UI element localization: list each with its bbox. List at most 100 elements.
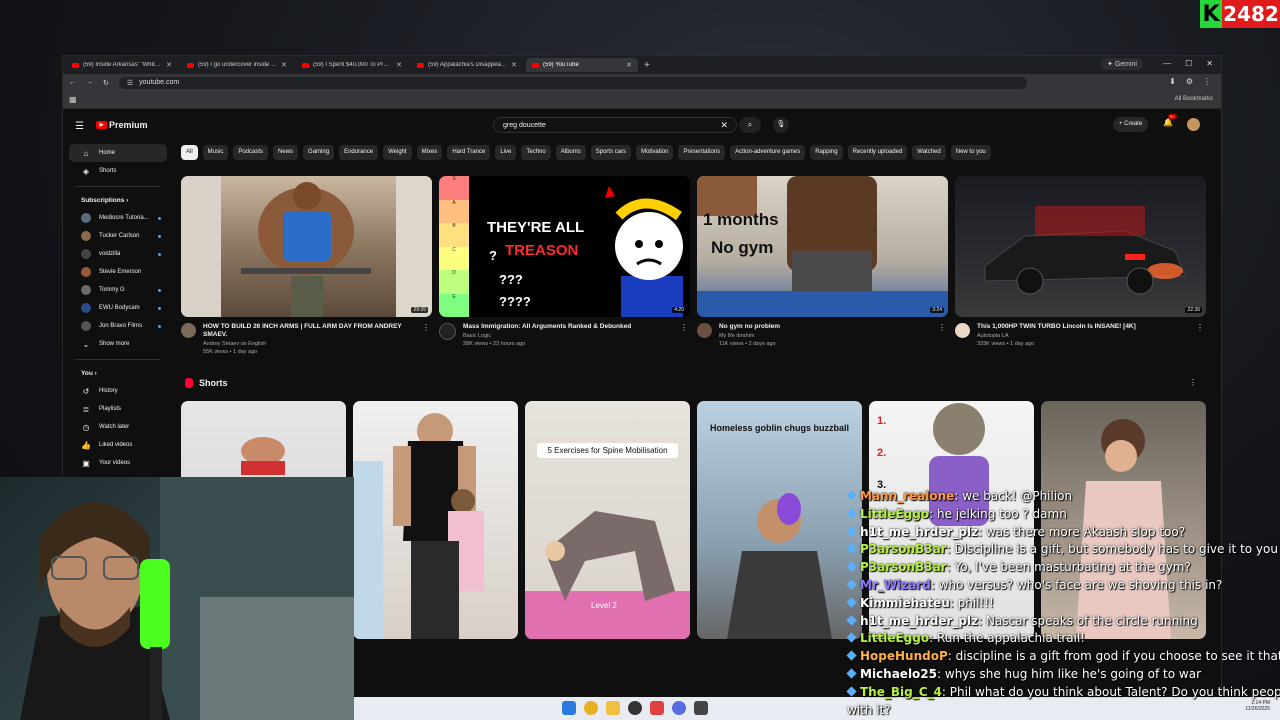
app-icon[interactable] — [650, 701, 664, 715]
subscriptions-heading[interactable]: Subscriptions › — [69, 193, 167, 207]
sidebar-item-liked[interactable]: 👍 Liked videos — [69, 436, 167, 454]
tab-1[interactable]: (59) Inside Arkansas' "Whites O ✕ — [66, 58, 178, 72]
short-card[interactable]: Homeless goblin chugs buzzball — [697, 401, 862, 639]
maximize-icon[interactable]: ☐ — [1185, 59, 1192, 68]
video-title[interactable]: HOW TO BUILD 26 INCH ARMS | FULL ARM DAY… — [203, 323, 418, 339]
video-thumbnail[interactable]: S A B C D E THEY'RE ALL TREASON ? ??? ??… — [439, 176, 690, 317]
chip-all[interactable]: All — [181, 145, 198, 160]
channel-avatar[interactable] — [697, 323, 712, 338]
subscription-item[interactable]: Jon Bravo Films — [69, 317, 167, 335]
create-button[interactable]: + Create — [1113, 117, 1149, 132]
close-tab-icon[interactable]: ✕ — [281, 61, 287, 69]
sidebar-item-history[interactable]: ↺ History — [69, 382, 167, 400]
channel-avatar[interactable] — [181, 323, 196, 338]
chrome-icon[interactable] — [584, 701, 598, 715]
chip-rapping[interactable]: Rapping — [810, 145, 843, 160]
tab-2[interactable]: (59) I go undercover inside the ✕ — [181, 58, 293, 72]
chip-recently-uploaded[interactable]: Recently uploaded — [847, 145, 908, 160]
more-options-icon[interactable]: ⋮ — [422, 323, 430, 332]
sidebar-item-shorts[interactable]: ◈ Shorts — [69, 162, 167, 180]
subscription-item[interactable]: Tucker Carlson — [69, 227, 167, 245]
short-card[interactable]: 5 Exercises for Spine Mobilisation Level… — [525, 401, 690, 639]
discord-icon[interactable] — [672, 701, 686, 715]
app-icon[interactable] — [694, 701, 708, 715]
video-card[interactable]: 29:35 HOW TO BUILD 26 INCH ARMS | FULL A… — [181, 176, 432, 355]
windows-start-icon[interactable] — [562, 701, 576, 715]
tab-5-active[interactable]: (59) YouTube ✕ — [526, 58, 638, 72]
chip-gaming[interactable]: Gaming — [303, 145, 335, 160]
chip-news[interactable]: News — [273, 145, 299, 160]
search-icon[interactable]: ⌕ — [739, 117, 761, 133]
hamburger-menu-icon[interactable]: ☰ — [75, 121, 84, 132]
video-thumbnail[interactable]: 1 months No gym 3:24 — [697, 176, 948, 317]
subscription-item[interactable]: EWU Bodycam — [69, 299, 167, 317]
more-options-icon[interactable]: ⋮ — [1196, 323, 1204, 332]
subscription-item[interactable]: Tommy G — [69, 281, 167, 299]
chip-motivation[interactable]: Motivation — [636, 145, 674, 160]
subscription-item[interactable]: voidzilla — [69, 245, 167, 263]
apps-icon[interactable]: ▦ — [69, 95, 77, 104]
video-channel[interactable]: Basic Logic — [463, 333, 678, 339]
notifications-bell-icon[interactable]: 🔔 9+ — [1163, 114, 1177, 127]
chip-watched[interactable]: Watched — [912, 145, 946, 160]
video-thumbnail[interactable]: 22:36 — [955, 176, 1206, 317]
video-card[interactable]: S A B C D E THEY'RE ALL TREASON ? ??? ??… — [439, 176, 690, 355]
tab-3[interactable]: (59) I Spent $40,000 To Prove T ✕ — [296, 58, 408, 72]
more-options-icon[interactable]: ⋮ — [1189, 378, 1197, 387]
video-thumbnail[interactable]: 29:35 — [181, 176, 432, 317]
microphone-icon[interactable]: 🎙 — [773, 117, 789, 133]
menu-dots-icon[interactable]: ⋮ — [1203, 77, 1211, 86]
close-tab-icon[interactable]: ✕ — [626, 61, 632, 69]
video-title[interactable]: Mass Immigration: All Arguments Ranked &… — [463, 323, 678, 331]
video-channel[interactable]: My life ibrahim — [719, 333, 934, 339]
chip-action-adventure-games[interactable]: Action-adventure games — [730, 145, 806, 160]
site-info-icon[interactable]: ☰ — [127, 79, 133, 87]
more-options-icon[interactable]: ⋮ — [680, 323, 688, 332]
extensions-icon[interactable]: ⚙ — [1186, 77, 1193, 86]
chip-podcasts[interactable]: Podcasts — [233, 145, 269, 160]
chip-new-to-you[interactable]: New to you — [950, 145, 991, 160]
sidebar-item-playlists[interactable]: ≣ Playlists — [69, 400, 167, 418]
close-tab-icon[interactable]: ✕ — [166, 61, 172, 69]
video-card[interactable]: 22:36 This 1,000HP TWIN TURBO Lincoln Is… — [955, 176, 1206, 355]
youtube-logo[interactable]: ▶ Premium — [96, 120, 148, 130]
close-tab-icon[interactable]: ✕ — [396, 61, 402, 69]
video-card[interactable]: 1 months No gym 3:24 No gym no problem M… — [697, 176, 948, 355]
chip-albums[interactable]: Albums — [555, 145, 586, 160]
url-field[interactable]: ☰ youtube.com — [118, 76, 1027, 89]
short-card[interactable] — [353, 401, 518, 639]
obs-icon[interactable] — [628, 701, 642, 715]
forward-icon[interactable]: → — [86, 79, 93, 86]
chip-weight[interactable]: Weight — [383, 145, 412, 160]
chip-presentations[interactable]: Presentations — [678, 145, 726, 160]
video-title[interactable]: This 1,000HP TWIN TURBO Lincoln Is INSAN… — [977, 323, 1192, 331]
clear-search-icon[interactable]: ✕ — [720, 120, 728, 131]
sidebar-item-home[interactable]: ⌂ Home — [69, 144, 167, 162]
close-window-icon[interactable]: ✕ — [1206, 59, 1213, 68]
download-icon[interactable]: ⬇ — [1169, 77, 1176, 86]
show-more-button[interactable]: ⌄ Show more — [69, 335, 167, 353]
minimize-icon[interactable]: — — [1163, 59, 1171, 68]
back-icon[interactable]: ← — [69, 79, 76, 86]
chip-sports-cars[interactable]: Sports cars — [590, 145, 632, 160]
channel-avatar[interactable] — [439, 323, 456, 340]
gemini-button[interactable]: ✦ Gemini — [1101, 58, 1143, 70]
video-channel[interactable]: Autotopia LA — [977, 333, 1192, 339]
subscription-item[interactable]: Mediocre Tutoria... — [69, 209, 167, 227]
chip-techno[interactable]: Techno — [521, 145, 551, 160]
search-input[interactable]: greg doucette ✕ — [493, 117, 737, 133]
sidebar-item-your-videos[interactable]: ▣ Your videos — [69, 454, 167, 472]
all-bookmarks[interactable]: All Bookmarks — [1175, 96, 1213, 102]
chip-mixes[interactable]: Mixes — [416, 145, 443, 160]
folder-icon[interactable] — [606, 701, 620, 715]
avatar[interactable] — [1187, 118, 1200, 131]
more-options-icon[interactable]: ⋮ — [938, 323, 946, 332]
reload-icon[interactable]: ↻ — [103, 79, 109, 87]
chip-live[interactable]: Live — [495, 145, 517, 160]
video-channel[interactable]: Andrey Smaev on English — [203, 341, 418, 347]
chip-endurance[interactable]: Endurance — [339, 145, 379, 160]
subscription-item[interactable]: Stevie Emerson — [69, 263, 167, 281]
chip-music[interactable]: Music — [202, 145, 229, 160]
chip-hard-trance[interactable]: Hard Trance — [447, 145, 491, 160]
video-title[interactable]: No gym no problem — [719, 323, 934, 331]
